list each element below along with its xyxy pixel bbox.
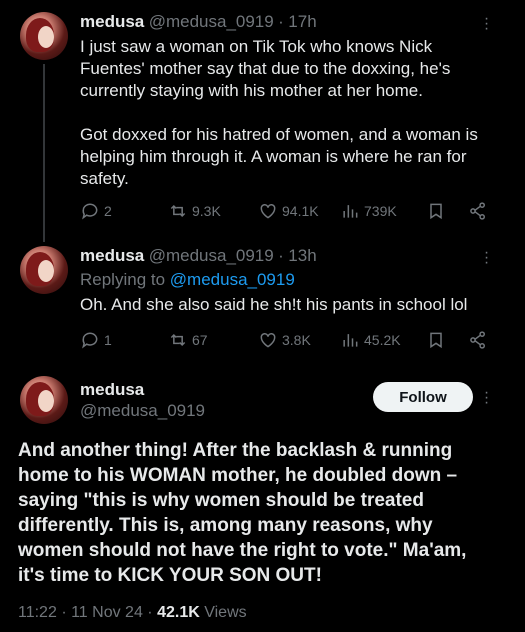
bookmark-button[interactable] <box>426 328 446 352</box>
more-icon[interactable]: · · · <box>477 245 497 271</box>
share-icon <box>470 202 485 220</box>
timestamp[interactable]: 13h <box>288 246 316 265</box>
repost-button[interactable]: 67 <box>168 328 208 352</box>
share-icon <box>470 331 485 349</box>
views-icon <box>343 205 358 218</box>
separator-dot: · <box>278 12 284 31</box>
like-icon <box>260 332 276 348</box>
tweet-meta: 11:22 · 11 Nov 24 · 42.1K Views <box>18 604 247 622</box>
author-handle[interactable]: @medusa_0919 <box>149 12 274 31</box>
bookmark-icon <box>430 332 442 349</box>
like-count: 3.8K <box>282 332 311 348</box>
author-name[interactable]: medusa <box>80 246 144 265</box>
tweet-text: I just saw a woman on Tik Tok who knows … <box>80 36 490 190</box>
reply-icon <box>82 332 98 349</box>
share-button[interactable] <box>468 199 488 223</box>
reply-button[interactable]: 1 <box>80 328 112 352</box>
reply-count: 1 <box>104 332 112 348</box>
more-icon[interactable]: · · · <box>477 385 497 411</box>
like-button[interactable]: 3.8K <box>258 328 311 352</box>
reply-icon <box>82 203 98 220</box>
repost-icon <box>170 204 186 218</box>
views-count: 45.2K <box>364 332 401 348</box>
views-button[interactable]: 45.2K <box>340 328 401 352</box>
separator-dot: · <box>278 246 284 265</box>
like-icon <box>260 203 276 219</box>
share-button[interactable] <box>468 328 488 352</box>
like-count: 94.1K <box>282 203 319 219</box>
tweet-text: Oh. And she also said he sh!t his pants … <box>80 295 468 314</box>
tweet-paragraph: I just saw a woman on Tik Tok who knows … <box>80 37 451 100</box>
repost-count: 9.3K <box>192 203 221 219</box>
follow-button[interactable]: Follow <box>373 382 473 412</box>
bookmark-icon <box>430 203 442 220</box>
bookmark-button[interactable] <box>426 199 446 223</box>
tweet-header: medusa @medusa_0919 · 17h <box>80 12 317 32</box>
avatar[interactable] <box>20 376 68 424</box>
views-icon <box>343 334 358 347</box>
views-count: 739K <box>364 203 397 219</box>
tweet-date[interactable]: 11 Nov 24 <box>71 604 143 621</box>
reply-count: 2 <box>104 203 112 219</box>
avatar[interactable] <box>20 246 68 294</box>
main-tweet-text: And another thing! After the backlash & … <box>18 440 467 586</box>
more-icon[interactable]: · · · <box>477 11 497 37</box>
repost-icon <box>170 333 186 347</box>
thread-line <box>43 64 45 242</box>
separator-dot: · <box>147 604 153 621</box>
author-name[interactable]: medusa <box>80 380 144 400</box>
replying-prefix: Replying to <box>80 270 170 289</box>
views-label: Views <box>204 604 247 621</box>
replying-to: Replying to @medusa_0919 <box>80 270 295 290</box>
author-name[interactable]: medusa <box>80 12 144 31</box>
author-handle[interactable]: @medusa_0919 <box>80 401 205 421</box>
author-handle[interactable]: @medusa_0919 <box>149 246 274 265</box>
tweet-actions: 2 9.3K 94.1K 739K <box>76 199 496 223</box>
timestamp[interactable]: 17h <box>288 12 316 31</box>
reply-button[interactable]: 2 <box>80 199 112 223</box>
avatar[interactable] <box>20 12 68 60</box>
like-button[interactable]: 94.1K <box>258 199 319 223</box>
views-button[interactable]: 739K <box>340 199 397 223</box>
tweet-paragraph: Got doxxed for his hatred of women, and … <box>80 125 478 188</box>
tweet-actions: 1 67 3.8K 45.2K <box>76 328 496 352</box>
repost-count: 67 <box>192 332 208 348</box>
separator-dot: · <box>61 604 67 621</box>
repost-button[interactable]: 9.3K <box>168 199 221 223</box>
views-count: 42.1K <box>157 604 200 621</box>
tweet-header: medusa @medusa_0919 · 13h <box>80 246 317 266</box>
tweet-time[interactable]: 11:22 <box>18 604 57 621</box>
replying-to-link[interactable]: @medusa_0919 <box>170 270 295 289</box>
